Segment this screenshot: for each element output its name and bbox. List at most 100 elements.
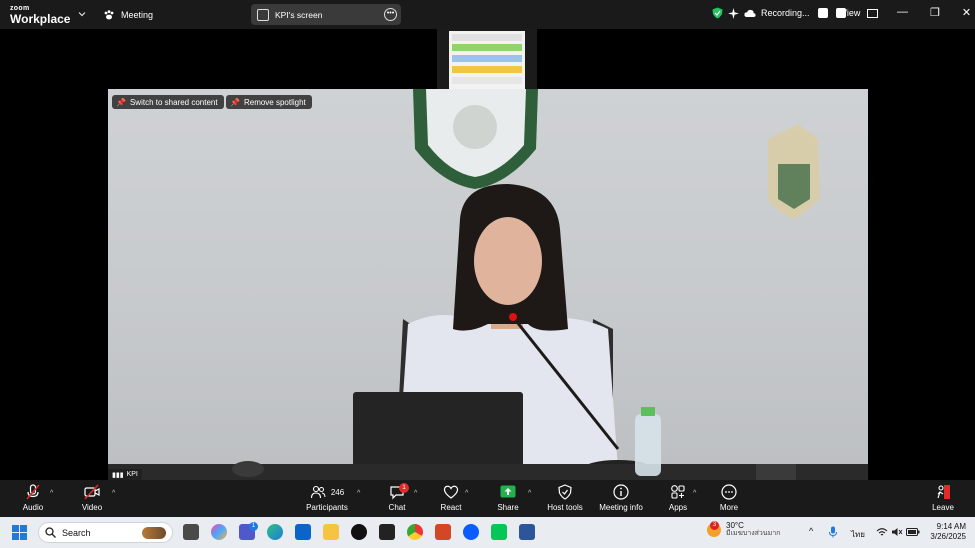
copilot-icon[interactable]: [211, 524, 227, 540]
title-bar: zoom Workplace Meeting KPI's screen ••• …: [0, 0, 975, 29]
host-tools-label: Host tools: [547, 503, 583, 512]
more-icon: [721, 484, 737, 500]
leave-label: Leave: [932, 503, 954, 512]
taskbar-search[interactable]: Search: [38, 522, 173, 543]
zoom-logo: zoom Workplace: [10, 5, 70, 25]
shared-content-thumbnail[interactable]: [437, 29, 537, 89]
video-caret-icon[interactable]: ^: [112, 490, 115, 497]
apps-button[interactable]: Apps: [653, 484, 703, 512]
powerpoint-icon[interactable]: [435, 524, 451, 540]
bird-doodle-icon: [142, 526, 166, 539]
restore-button[interactable]: ❐: [930, 6, 940, 19]
more-options-icon[interactable]: •••: [384, 8, 397, 21]
outlook-icon[interactable]: [295, 524, 311, 540]
react-label: React: [440, 503, 462, 512]
apps-icon: [671, 485, 685, 499]
slide-preview: [449, 31, 525, 89]
participant-name: KPI: [126, 471, 138, 478]
participant-count: 246: [330, 487, 345, 497]
paw-icon: [104, 10, 114, 20]
shared-screen-pill[interactable]: KPI's screen •••: [251, 4, 401, 25]
more-button[interactable]: More: [704, 484, 754, 512]
pause-recording-button[interactable]: [817, 8, 828, 18]
file-explorer-icon[interactable]: [323, 524, 339, 540]
windows-taskbar: Search 1 3 30°C มีเมฆบางส่วนมาก ^ ไทย 9:…: [0, 517, 975, 548]
grid-icon: [866, 9, 878, 19]
search-icon: [45, 527, 56, 538]
speaker-video[interactable]: 📌 Switch to shared content 📌 Remove spot…: [108, 89, 868, 480]
dell-icon[interactable]: [351, 524, 367, 540]
view-label: View: [841, 8, 861, 18]
chat-button[interactable]: Chat 1: [372, 483, 422, 512]
language-indicator[interactable]: ไทย: [851, 528, 865, 541]
switch-to-shared-button[interactable]: 📌 Switch to shared content: [112, 95, 224, 109]
recording-status: Recording...: [712, 7, 846, 19]
close-button[interactable]: ✕: [962, 6, 971, 19]
weather-description: มีเมฆบางส่วนมาก: [726, 530, 781, 538]
search-placeholder: Search: [62, 527, 91, 538]
slide-bar-3: [452, 55, 522, 62]
view-menu[interactable]: View: [841, 8, 878, 19]
share-button[interactable]: Share: [483, 484, 533, 512]
tray-overflow-icon[interactable]: ^: [809, 526, 813, 536]
microphone-icon[interactable]: [829, 526, 837, 538]
security-shield-icon[interactable]: [712, 7, 723, 19]
audio-label: Audio: [22, 503, 44, 512]
shield-icon: [558, 484, 572, 500]
participants-caret-icon[interactable]: ^: [357, 490, 360, 497]
line-icon[interactable]: [491, 524, 507, 540]
weather-icon: 3: [707, 520, 721, 537]
slide-bar-1: [452, 34, 522, 41]
chevron-down-icon[interactable]: [77, 9, 87, 19]
chrome-icon[interactable]: [407, 524, 423, 540]
battery-icon[interactable]: [906, 528, 920, 536]
react-caret-icon[interactable]: ^: [465, 490, 468, 497]
logo-line2: Workplace: [10, 12, 71, 26]
slide-bar-4: [452, 66, 522, 73]
signal-icon: ▮▮▮: [112, 471, 124, 479]
leave-icon: [937, 485, 950, 499]
switch-label: Switch to shared content: [129, 97, 218, 107]
host-tools-button[interactable]: Host tools: [540, 484, 590, 512]
people-icon: [310, 485, 326, 499]
word-icon[interactable]: [519, 524, 535, 540]
apps-caret-icon[interactable]: ^: [693, 490, 696, 497]
participants-button[interactable]: 246 Participants: [302, 484, 352, 512]
zoom-app-icon[interactable]: [463, 524, 479, 540]
meeting-menu[interactable]: Meeting: [103, 7, 153, 23]
meeting-info-label: Meeting info: [599, 503, 643, 512]
recording-label: Recording...: [761, 8, 810, 18]
logo-line1: zoom: [10, 5, 30, 12]
sticky-notes-icon[interactable]: [379, 524, 395, 540]
video-button[interactable]: Video: [67, 484, 117, 512]
pin-icon: 📌: [116, 97, 126, 107]
audio-caret-icon[interactable]: ^: [50, 490, 53, 497]
remove-spotlight-button[interactable]: 📌 Remove spotlight: [226, 95, 312, 109]
wifi-icon[interactable]: [876, 527, 888, 537]
react-button[interactable]: React: [426, 484, 476, 512]
edge-icon[interactable]: [267, 524, 283, 540]
video-label: Video: [81, 503, 103, 512]
participant-name-tag: ▮▮▮ KPI: [108, 469, 142, 480]
meeting-info-button[interactable]: Meeting info: [596, 484, 646, 512]
cloud-record-icon: [744, 9, 756, 17]
screen-icon: [257, 8, 269, 21]
audio-button[interactable]: Audio: [8, 484, 58, 512]
clock[interactable]: 9:14 AM 3/26/2025: [928, 522, 966, 542]
slide-bar-2: [452, 44, 522, 51]
more-label: More: [719, 503, 739, 512]
info-icon: [613, 484, 629, 500]
share-caret-icon[interactable]: ^: [528, 490, 531, 497]
weather-widget[interactable]: 3 30°C มีเมฆบางส่วนมาก: [707, 520, 781, 538]
task-view-icon[interactable]: [183, 524, 199, 540]
minimize-button[interactable]: —: [897, 6, 908, 19]
apps-label: Apps: [668, 503, 688, 512]
spotlight-label: Remove spotlight: [243, 97, 306, 107]
speaker-muted-icon[interactable]: [891, 527, 903, 537]
clock-date: 3/26/2025: [930, 532, 966, 541]
meeting-toolbar: Audio ^ Video ^ 246 Participants ^ Chat …: [0, 480, 975, 517]
ai-sparkle-icon[interactable]: [728, 7, 739, 19]
leave-button[interactable]: Leave: [918, 484, 968, 512]
chat-caret-icon[interactable]: ^: [414, 490, 417, 497]
windows-start-icon[interactable]: [12, 525, 27, 540]
